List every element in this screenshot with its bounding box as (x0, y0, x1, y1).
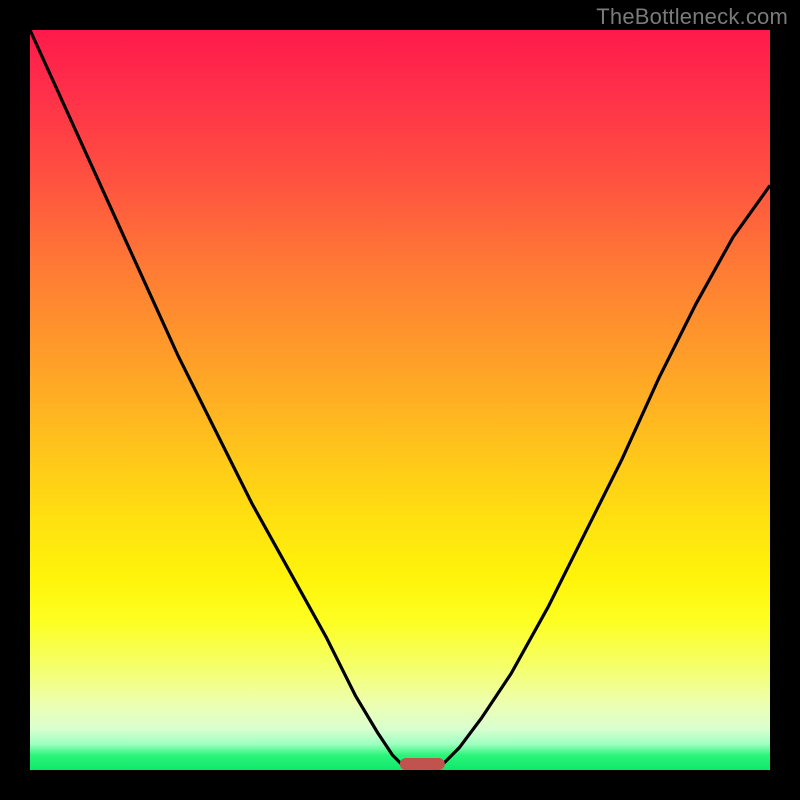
left-curve (30, 30, 407, 770)
plot-area (30, 30, 770, 770)
chart-container: TheBottleneck.com (0, 0, 800, 800)
optimal-range-marker (400, 758, 444, 770)
watermark-text: TheBottleneck.com (596, 4, 788, 30)
curve-layer (30, 30, 770, 770)
right-curve (437, 185, 770, 770)
